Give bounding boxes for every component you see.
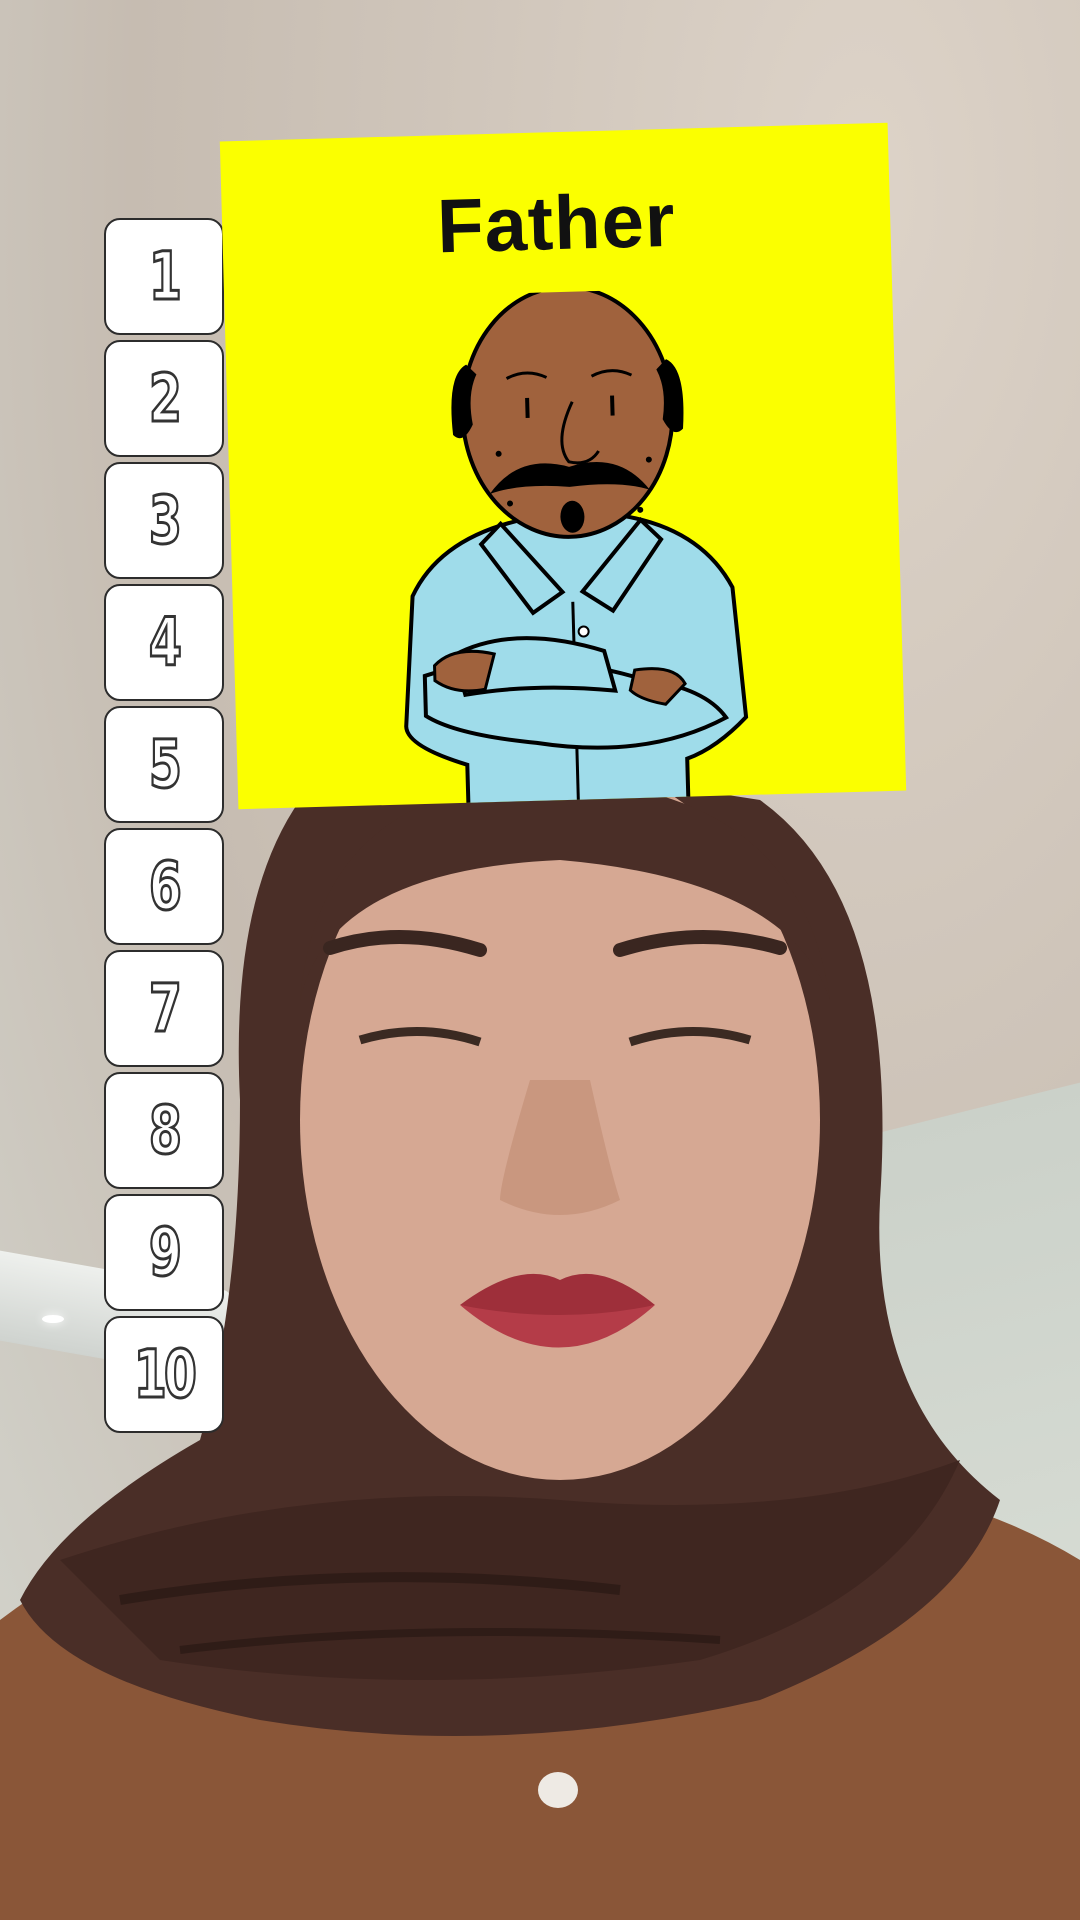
rank-slot-number: 8 [148,1091,183,1171]
rank-slot-8[interactable]: 8 [104,1072,224,1189]
rank-slot-2[interactable]: 2 [104,340,224,457]
rank-slot-3[interactable]: 3 [104,462,224,579]
character-card: Father [219,122,907,810]
rank-slot-number: 5 [148,725,183,805]
rank-slot-number: 9 [148,1213,183,1293]
rank-slot-number: 2 [148,359,183,439]
rank-slot-number: 10 [133,1335,198,1415]
rank-slot-number: 6 [148,847,183,927]
rank-slot-6[interactable]: 6 [104,828,224,945]
rank-slot-number: 1 [148,237,183,317]
rank-slot-5[interactable]: 5 [104,706,224,823]
rank-slot-4[interactable]: 4 [104,584,224,701]
rank-slot-10[interactable]: 10 [104,1316,224,1433]
ranking-column: 1 2 3 4 5 6 7 8 9 10 [104,218,228,1433]
rank-slot-number: 3 [148,481,183,561]
card-title: Father [435,177,677,270]
rank-slot-1[interactable]: 1 [104,218,224,335]
father-illustration [404,286,749,807]
rank-slot-9[interactable]: 9 [104,1194,224,1311]
rank-slot-number: 7 [148,969,183,1049]
rank-slot-7[interactable]: 7 [104,950,224,1067]
rank-slot-number: 4 [148,603,183,683]
